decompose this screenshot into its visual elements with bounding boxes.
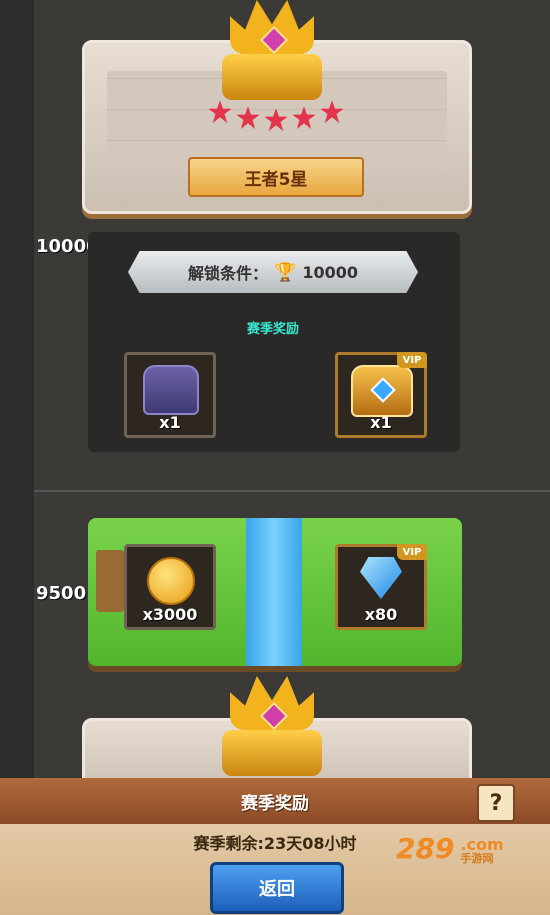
star-icon xyxy=(208,100,232,124)
star-icon xyxy=(320,100,344,124)
reward-qty: x1 xyxy=(370,413,392,432)
reward-slot-chest[interactable]: x1 xyxy=(124,352,216,438)
reward-slot-coins[interactable]: x3000 xyxy=(124,544,216,630)
gold-chest-icon xyxy=(351,365,413,417)
watermark-sub: .com 手游网 xyxy=(460,837,503,865)
crown-base xyxy=(222,730,322,776)
signpost-icon xyxy=(96,550,124,612)
reward-qty: x1 xyxy=(159,413,181,432)
crown-icon xyxy=(222,0,322,100)
help-button[interactable]: ? xyxy=(477,784,515,822)
crown-icon xyxy=(222,676,322,776)
coin-icon xyxy=(147,557,195,605)
divider xyxy=(34,490,550,492)
unlock-value: 10000 xyxy=(302,262,359,282)
unlock-condition-banner: 解锁条件： 🏆 10000 xyxy=(128,251,418,293)
vip-badge: VIP xyxy=(397,352,427,368)
watermark-cn: 手游网 xyxy=(460,852,494,865)
back-button[interactable]: 返回 xyxy=(210,862,344,914)
vip-badge: VIP xyxy=(397,544,427,560)
reward-qty: x3000 xyxy=(142,605,198,624)
watermark-mark: 289 xyxy=(396,832,455,865)
unlock-label: 解锁条件： xyxy=(187,264,268,283)
rank-title: 王者5星 xyxy=(188,157,364,197)
purple-chest-icon xyxy=(143,365,199,415)
season-rewards-label: 赛季奖励 xyxy=(246,322,299,337)
reward-slot-vip-diamonds[interactable]: VIP x80 xyxy=(335,544,427,630)
rank-stars xyxy=(208,92,344,132)
river xyxy=(246,518,302,666)
score-label-9500: 9500 xyxy=(36,583,87,604)
reward-slot-vip-chest[interactable]: VIP x1 xyxy=(335,352,427,438)
panel-title: 赛季奖励 xyxy=(0,778,550,824)
watermark-logo: 289 .com 手游网 xyxy=(396,832,504,865)
watermark-domain: .com xyxy=(460,835,504,854)
left-rail xyxy=(0,0,34,912)
trophy-icon: 🏆 xyxy=(273,261,297,283)
diamond-icon xyxy=(360,557,402,599)
reward-qty: x80 xyxy=(364,605,398,624)
